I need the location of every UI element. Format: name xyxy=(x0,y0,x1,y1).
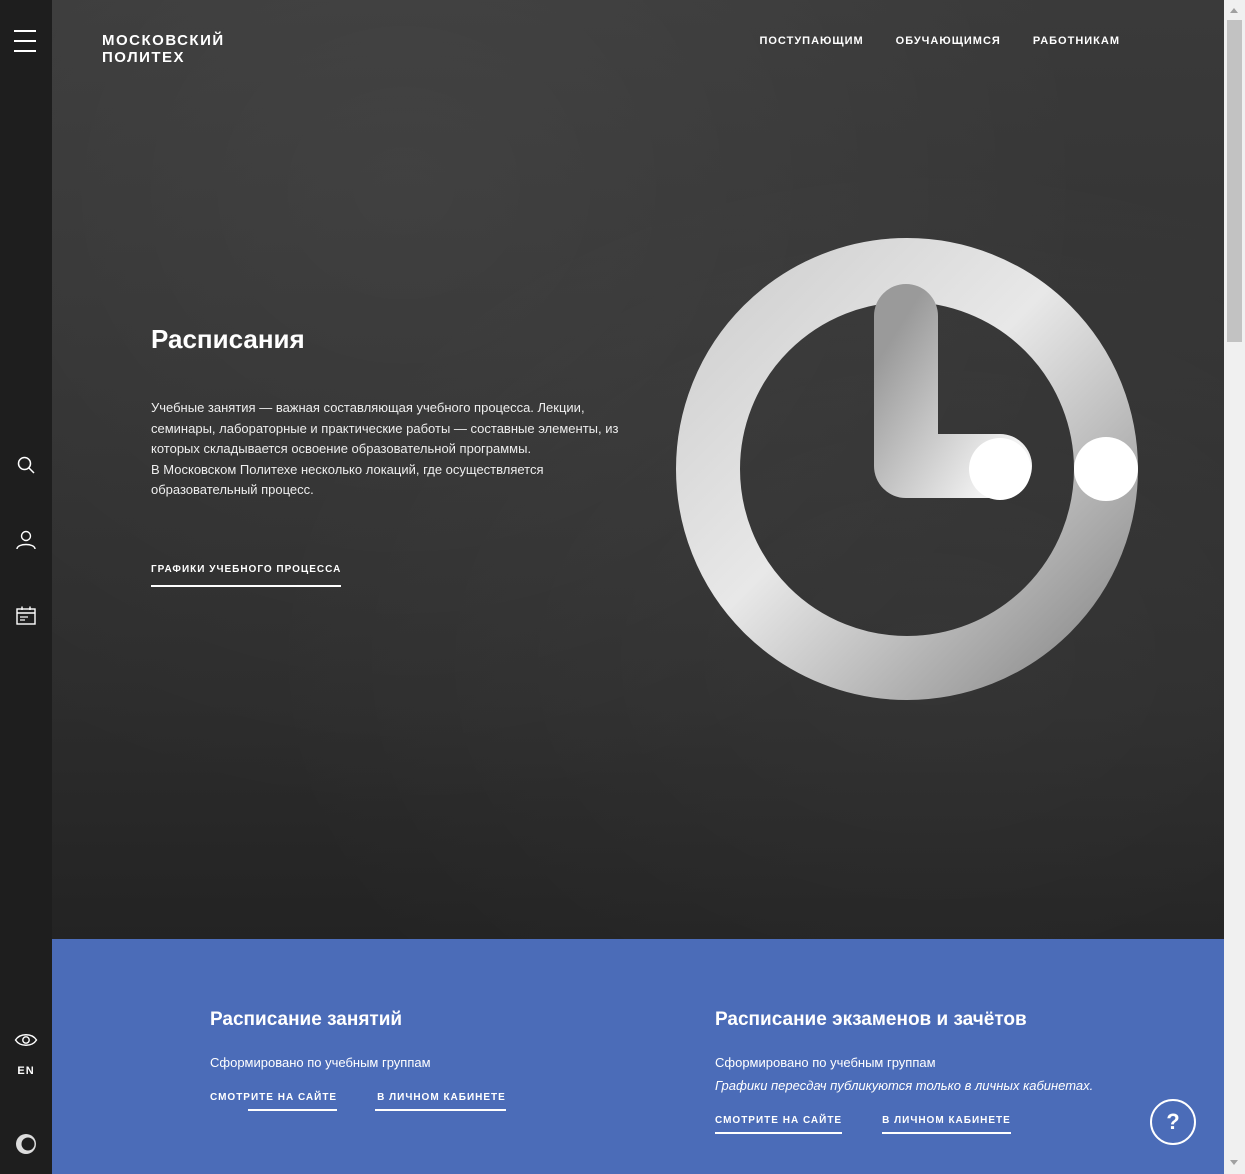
exams-view-in-cabinet-button[interactable]: В ЛИЧНОМ КАБИНЕТЕ xyxy=(882,1115,1011,1134)
language-switch[interactable]: EN xyxy=(0,1065,52,1077)
calendar-icon[interactable] xyxy=(14,604,38,628)
hero-section: Московский Политех ПОСТУПАЮЩИМ ОБУЧАЮЩИМ… xyxy=(52,0,1224,939)
top-navigation: ПОСТУПАЮЩИМ ОБУЧАЮЩИМСЯ РАБОТНИКАМ xyxy=(759,35,1120,47)
clock-icon xyxy=(676,238,1138,700)
scroll-down-icon[interactable] xyxy=(1230,1160,1238,1165)
schedule-charts-link[interactable]: ГРАФИКИ УЧЕБНОГО ПРОЦЕССА xyxy=(151,564,342,587)
classes-title: Расписание занятий xyxy=(210,1009,403,1030)
classes-view-on-site-label: СМОТРИТЕ НА САЙТЕ xyxy=(210,1092,338,1103)
nav-students[interactable]: ОБУЧАЮЩИМСЯ xyxy=(896,35,1001,47)
left-rail: EN xyxy=(0,0,52,1174)
classes-subtitle: Сформировано по учебным группам xyxy=(210,1055,431,1070)
theme-icon[interactable] xyxy=(14,1132,38,1156)
exams-subtitle: Сформировано по учебным группам xyxy=(715,1055,936,1070)
nav-applicants[interactable]: ПОСТУПАЮЩИМ xyxy=(759,35,863,47)
classes-view-on-site-button[interactable]: СМОТРИТЕ НА САЙТЕ xyxy=(210,1092,338,1111)
exams-schedule-card: Расписание экзаменов и зачётов Сформиров… xyxy=(715,1009,1093,1134)
logo-line-2: Политех xyxy=(102,49,186,66)
nav-employees[interactable]: РАБОТНИКАМ xyxy=(1033,35,1120,47)
search-icon[interactable] xyxy=(14,453,38,477)
schedules-section: Расписание занятий Сформировано по учебн… xyxy=(52,939,1224,1174)
logo-line-1: Московский xyxy=(102,32,225,49)
classes-view-in-cabinet-label: В ЛИЧНОМ КАБИНЕТЕ xyxy=(377,1092,506,1103)
classes-schedule-card: Расписание занятий Сформировано по учебн… xyxy=(210,1009,506,1111)
hero-paragraph-1: Учебные занятия — важная составляющая уч… xyxy=(151,400,619,457)
exams-title: Расписание экзаменов и зачётов xyxy=(715,1009,1027,1030)
exams-view-on-site-button[interactable]: СМОТРИТЕ НА САЙТЕ xyxy=(715,1115,843,1134)
eye-icon[interactable] xyxy=(14,1028,38,1052)
exams-view-in-cabinet-label: В ЛИЧНОМ КАБИНЕТЕ xyxy=(882,1115,1011,1126)
classes-view-in-cabinet-button[interactable]: В ЛИЧНОМ КАБИНЕТЕ xyxy=(374,1092,506,1111)
page-title: Расписания xyxy=(151,324,305,354)
exams-note: Графики пересдач публикуются только в ли… xyxy=(715,1078,1094,1093)
scroll-up-icon[interactable] xyxy=(1230,8,1238,13)
menu-icon[interactable] xyxy=(14,30,36,52)
page-scrollbar[interactable] xyxy=(1224,0,1245,1174)
site-logo[interactable]: Московский Политех xyxy=(102,32,225,66)
hero-paragraph-2: В Московском Политехе несколько локаций,… xyxy=(151,461,544,498)
hero-description: Учебные занятия — важная составляющая уч… xyxy=(151,398,621,501)
help-icon[interactable]: ? xyxy=(1150,1099,1196,1145)
exams-view-on-site-label: СМОТРИТЕ НА САЙТЕ xyxy=(715,1115,843,1126)
user-icon[interactable] xyxy=(14,528,38,552)
scroll-thumb[interactable] xyxy=(1227,20,1242,342)
